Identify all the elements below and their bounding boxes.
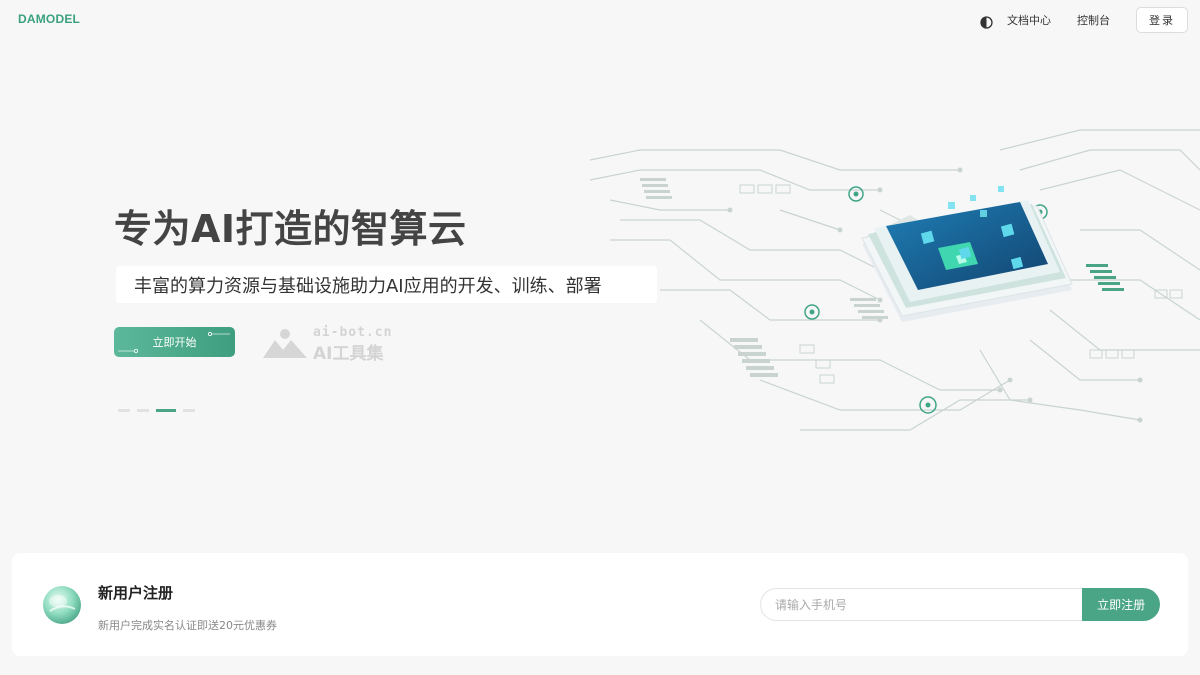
carousel-dot[interactable]	[156, 409, 176, 412]
watermark-text: AI工具集	[313, 344, 384, 364]
phone-input[interactable]	[760, 588, 1083, 621]
hero-title: 专为AI打造的智算云	[114, 207, 467, 251]
logo[interactable]: DAMODEL	[18, 12, 80, 26]
carousel-dot[interactable]	[118, 409, 130, 412]
register-card: 新用户注册 新用户完成实名认证即送20元优惠券 立即注册	[12, 553, 1188, 656]
start-now-button[interactable]: 立即开始	[114, 327, 235, 357]
top-header: DAMODEL 文档中心 控制台 登录	[0, 0, 1200, 40]
watermark-domain: ai-bot.cn	[313, 325, 393, 340]
carousel-dot[interactable]	[183, 409, 195, 412]
login-button[interactable]: 登录	[1136, 7, 1188, 33]
register-title: 新用户注册	[98, 584, 174, 602]
register-button[interactable]: 立即注册	[1082, 588, 1160, 621]
nav-console-link[interactable]: 控制台	[1077, 12, 1110, 28]
watermark: ai-bot.cn AI工具集	[263, 325, 403, 364]
top-nav: 文档中心 控制台 登录	[980, 7, 1188, 33]
start-now-label: 立即开始	[152, 336, 197, 349]
theme-toggle-icon[interactable]	[980, 14, 993, 29]
watermark-logo-icon	[263, 329, 307, 358]
gift-orb-icon	[43, 586, 81, 624]
register-description: 新用户完成实名认证即送20元优惠券	[98, 619, 277, 632]
hero-subtitle: 丰富的算力资源与基础设施助力AI应用的开发、训练、部署	[116, 266, 657, 303]
nav-docs-link[interactable]: 文档中心	[1007, 12, 1051, 28]
carousel-indicators	[118, 409, 202, 412]
register-form: 立即注册	[760, 588, 1160, 621]
carousel-dot[interactable]	[137, 409, 149, 412]
chip-circuit-illustration	[589, 129, 1200, 431]
